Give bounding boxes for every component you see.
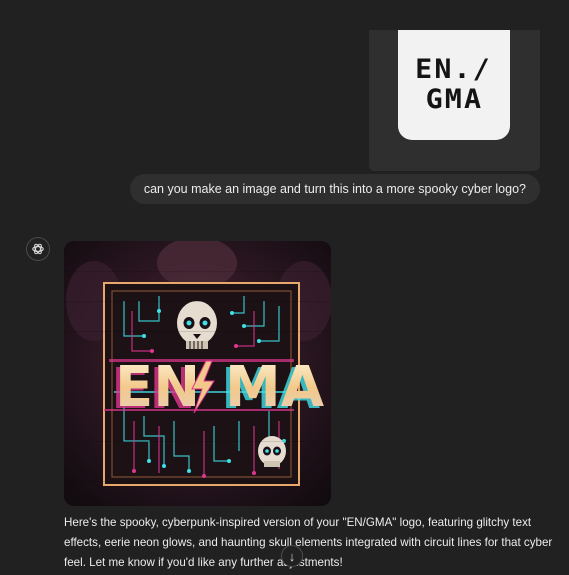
user-message-bubble: can you make an image and turn this into…: [129, 174, 540, 204]
logo-text-left: EN: [115, 355, 200, 420]
arrow-down-icon: ↓: [288, 548, 296, 564]
uploaded-logo-line-2: GMA: [425, 84, 483, 115]
generated-logo-image[interactable]: EN EN MA MA: [64, 241, 331, 506]
openai-knot-icon: [32, 243, 44, 255]
chatgpt-logo-icon: [26, 237, 50, 261]
assistant-message-text: Here's the spooky, cyberpunk-inspired ve…: [64, 516, 553, 569]
logo-text-right: MA: [225, 355, 325, 420]
scroll-to-bottom-button[interactable]: ↓: [281, 545, 303, 567]
uploaded-logo-image[interactable]: EN./ GMA: [398, 30, 510, 140]
spooky-cyber-logo-artwork: EN EN MA MA: [64, 241, 331, 506]
uploaded-logo-line-1: EN./: [415, 54, 493, 85]
chat-window: EN./ GMA can you make an image and turn …: [0, 0, 569, 575]
user-attachment-bubble: EN./ GMA: [369, 30, 540, 171]
